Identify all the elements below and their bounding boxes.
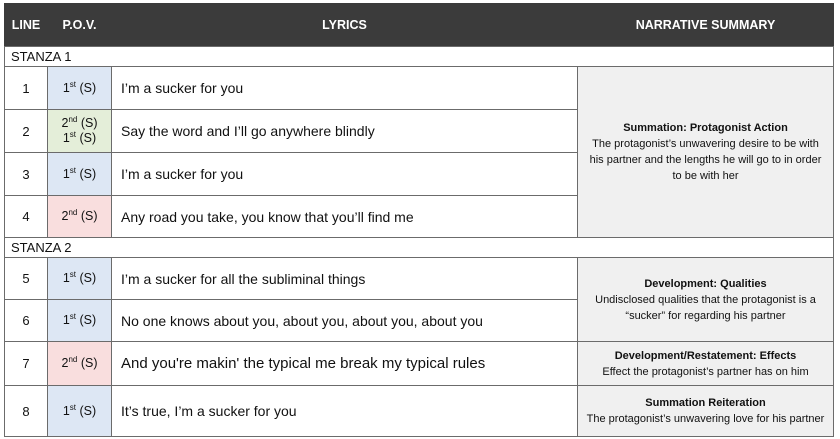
stanza-2-label: STANZA 2 <box>4 237 834 258</box>
lyric-line: Say the word and I’ll go anywhere blindl… <box>111 109 578 153</box>
header-lyrics: LYRICS <box>111 3 578 46</box>
summary-cell: Summation: Protagonist Action The protag… <box>577 66 834 238</box>
summary-cell: Summation Reiteration The protagonist’s … <box>577 385 834 437</box>
pov-entry: 1st (S) <box>62 129 97 145</box>
pov-cell: 1st (S) <box>47 299 112 342</box>
summary-title: Summation: Protagonist Action <box>623 122 788 134</box>
lyric-line: No one knows about you, about you, about… <box>111 299 578 342</box>
pov-entry: 2nd (S) <box>61 354 98 370</box>
summary-body: The protagonist’s unwavering desire to b… <box>589 138 822 182</box>
lyric-line: I’m a sucker for all the subliminal thin… <box>111 257 578 300</box>
line-number: 8 <box>4 385 48 437</box>
pov-entry: 1st (S) <box>62 311 97 327</box>
header-pov: P.O.V. <box>47 3 112 46</box>
pov-entry: 1st (S) <box>62 402 97 418</box>
summary-title: Summation Reiteration <box>645 397 766 409</box>
summary-cell: Development: Qualities Undisclosed quali… <box>577 257 834 342</box>
pov-cell: 1st (S) <box>47 385 112 437</box>
pov-entry: 2nd (S) <box>61 207 98 223</box>
lyric-line: I’m a sucker for you <box>111 152 578 196</box>
line-number: 1 <box>4 66 48 110</box>
pov-cell: 1st (S) <box>47 66 112 110</box>
summary-title: Development: Qualities <box>644 277 767 290</box>
stanza-1-label: STANZA 1 <box>4 46 834 67</box>
summary-title: Development/Restatement: Effects <box>614 349 797 362</box>
summary-body: The protagonist’s unwavering love for hi… <box>586 413 825 425</box>
pov-entry: 1st (S) <box>62 79 97 95</box>
pov-entry: 2nd (S) <box>61 114 98 130</box>
line-number: 6 <box>4 299 48 342</box>
pov-cell: 2nd (S) <box>47 195 112 238</box>
header-line: LINE <box>4 3 48 46</box>
line-number: 2 <box>4 109 48 153</box>
pov-cell: 1st (S) <box>47 257 112 300</box>
summary-cell: Development/Restatement: Effects Effect … <box>577 341 834 386</box>
pov-entry: 1st (S) <box>62 165 97 181</box>
summary-body: Effect the protagonist’s partner has on … <box>602 365 809 378</box>
summary-body: Undisclosed qualities that the protagoni… <box>595 293 816 322</box>
line-number: 3 <box>4 152 48 196</box>
pov-entry: 1st (S) <box>62 269 97 285</box>
lyrics-analysis-table: LINE P.O.V. LYRICS NARRATIVE SUMMARY STA… <box>4 3 834 437</box>
line-number: 4 <box>4 195 48 238</box>
pov-cell: 1st (S) <box>47 152 112 196</box>
lyric-line: And you're makin' the typical me break m… <box>111 341 578 386</box>
pov-cell: 2nd (S) 1st (S) <box>47 109 112 153</box>
pov-cell: 2nd (S) <box>47 341 112 386</box>
header-summary: NARRATIVE SUMMARY <box>577 3 834 46</box>
lyric-line: It’s true, I’m a sucker for you <box>111 385 578 437</box>
line-number: 7 <box>4 341 48 386</box>
lyric-line: Any road you take, you know that you’ll … <box>111 195 578 238</box>
line-number: 5 <box>4 257 48 300</box>
lyric-line: I’m a sucker for you <box>111 66 578 110</box>
